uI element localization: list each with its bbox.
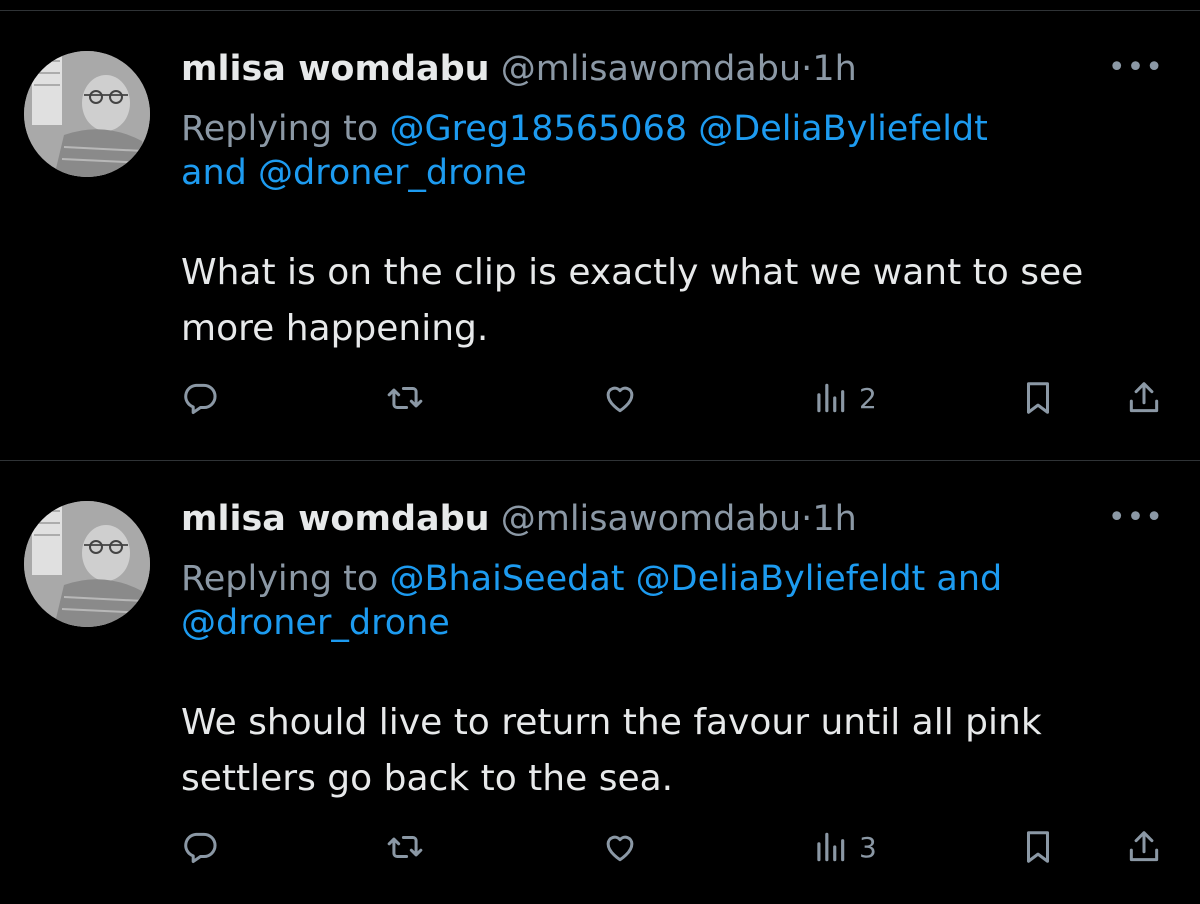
mention-link[interactable]: @DeliaByliefeldt [698, 109, 988, 149]
separator-dot: · [801, 49, 813, 89]
retweet-button[interactable] [386, 376, 424, 420]
bookmark-button[interactable] [1019, 825, 1057, 869]
replying-to: Replying to @BhaiSeedat @DeliaByliefeldt… [181, 557, 1171, 645]
timestamp[interactable]: 1h [812, 49, 856, 89]
share-icon [1129, 382, 1159, 413]
retweet-icon [387, 835, 423, 859]
display-name[interactable]: mlisa womdabu [181, 49, 490, 89]
tweet-text: We should live to return the favour unti… [181, 702, 1042, 799]
reply-button[interactable] [181, 376, 219, 420]
timestamp[interactable]: 1h [812, 499, 856, 539]
bookmark-icon [1026, 382, 1050, 414]
like-button[interactable] [601, 376, 639, 420]
user-handle[interactable]: @mlisawomdabu [501, 499, 801, 539]
tweet-text: What is on the clip is exactly what we w… [181, 252, 1084, 349]
tweet-header: mlisa womdabu @mlisawomdabu·1h [181, 47, 857, 91]
more-options-icon[interactable]: ••• [1108, 53, 1164, 83]
views-button[interactable]: 2 [811, 376, 877, 420]
tweet[interactable]: mlisa womdabu @mlisawomdabu·1h ••• Reply… [0, 461, 1200, 904]
replying-and[interactable]: and [181, 153, 247, 193]
user-handle[interactable]: @mlisawomdabu [501, 49, 801, 89]
tweet-header: mlisa womdabu @mlisawomdabu·1h [181, 497, 857, 541]
views-count: 2 [859, 381, 877, 415]
retweet-button[interactable] [386, 825, 424, 869]
replying-prefix: Replying to [181, 109, 379, 149]
like-button[interactable] [601, 825, 639, 869]
reply-button[interactable] [181, 825, 219, 869]
mention-link[interactable]: @droner_drone [258, 153, 527, 193]
timeline: mlisa womdabu @mlisawomdabu·1h ••• Reply… [0, 0, 1200, 904]
separator-dot: · [801, 499, 813, 539]
share-button[interactable] [1125, 825, 1163, 869]
avatar[interactable] [24, 501, 150, 627]
avatar[interactable] [24, 51, 150, 177]
avatar-image [24, 51, 150, 177]
views-icon [817, 383, 845, 413]
bookmark-button[interactable] [1019, 376, 1057, 420]
display-name[interactable]: mlisa womdabu [181, 499, 490, 539]
reply-icon [184, 832, 217, 864]
mention-link[interactable]: @droner_drone [181, 603, 450, 643]
share-button[interactable] [1125, 376, 1163, 420]
replying-and[interactable]: and [936, 559, 1002, 599]
heart-icon [606, 386, 634, 413]
bookmark-icon [1026, 831, 1050, 863]
reply-icon [184, 383, 217, 415]
more-options-icon[interactable]: ••• [1108, 503, 1164, 533]
replying-to: Replying to @Greg18565068 @DeliaByliefel… [181, 107, 1171, 195]
avatar-image [24, 501, 150, 627]
views-button[interactable]: 3 [811, 825, 877, 869]
top-divider [0, 0, 1200, 11]
tweet-actions: 3 [181, 825, 1171, 869]
views-count: 3 [859, 830, 877, 864]
mention-link[interactable]: @Greg18565068 [389, 109, 687, 149]
tweet[interactable]: mlisa womdabu @mlisawomdabu·1h ••• Reply… [0, 11, 1200, 461]
mention-link[interactable]: @DeliaByliefeldt [636, 559, 926, 599]
tweet-actions: 2 [181, 376, 1171, 420]
replying-prefix: Replying to [181, 559, 379, 599]
views-icon [817, 832, 845, 862]
share-icon [1129, 831, 1159, 862]
heart-icon [606, 835, 634, 862]
retweet-icon [387, 386, 423, 410]
mention-link[interactable]: @BhaiSeedat [389, 559, 624, 599]
